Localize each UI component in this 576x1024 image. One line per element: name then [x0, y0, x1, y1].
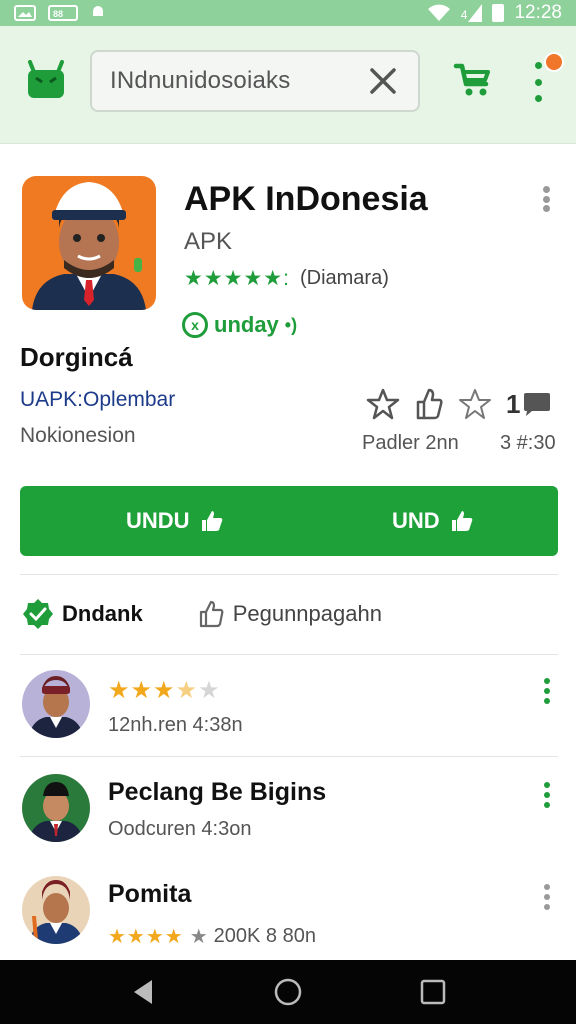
- back-icon[interactable]: [126, 975, 160, 1009]
- install-button[interactable]: UNDU UND: [20, 486, 558, 556]
- thumb-up-filled-icon-2: [451, 511, 473, 531]
- signal-text: 4: [460, 8, 468, 22]
- review-more-icon[interactable]: [544, 884, 552, 910]
- stat-count: 1: [506, 389, 552, 420]
- app-title: APK InDonesia: [184, 180, 428, 218]
- review-more-icon[interactable]: [544, 678, 552, 704]
- thumb-up-outline-icon: [199, 600, 224, 628]
- avatar: [22, 876, 90, 944]
- badge-row: x unday •): [182, 312, 297, 338]
- signal-icon: 4: [461, 4, 483, 22]
- rating-row: ★★★★★: (Diamara): [184, 266, 389, 291]
- search-input[interactable]: INdnunidosoiaks: [110, 67, 366, 95]
- review-rating: ★★★★★: [108, 676, 221, 705]
- home-icon[interactable]: [271, 975, 305, 1009]
- badge-label: unday: [214, 312, 279, 337]
- review-stars: ★★★★: [108, 926, 184, 948]
- like-action[interactable]: Pegunnpagahn: [199, 600, 382, 628]
- avatar: [22, 774, 90, 842]
- avatar: [22, 670, 90, 738]
- app-icon: [22, 176, 156, 310]
- message-icon: 88: [48, 5, 78, 21]
- chat-icon: [524, 393, 551, 416]
- action-row: Dndank Pegunnpagahn: [22, 596, 552, 632]
- notification-badge: [544, 52, 564, 72]
- review-rating-row: ★★★★ ★ 200K 8 80n: [108, 924, 316, 949]
- header-more-icon[interactable]: [543, 186, 551, 212]
- stat-number: 1: [506, 388, 521, 419]
- image-icon: [14, 5, 36, 21]
- like-label: Pegunnpagahn: [232, 601, 382, 626]
- review-item[interactable]: ★★★★★ 12nh.ren 4:38n: [20, 670, 558, 760]
- star-icon: ★: [175, 677, 199, 704]
- review-title: Pomita: [108, 880, 192, 908]
- android-logo-icon[interactable]: [26, 60, 66, 100]
- package-name[interactable]: UAPK:Oplembar: [20, 388, 175, 412]
- star-icon: ★: [198, 677, 221, 704]
- star-icon: ★: [130, 677, 154, 704]
- badge-check-icon: x: [182, 312, 208, 338]
- rating-stars: ★★★★★:: [184, 267, 290, 290]
- install-left[interactable]: UNDU: [20, 508, 292, 534]
- review-title: Peclang Be Bigins: [108, 778, 327, 806]
- status-left-icons: 88: [14, 3, 106, 24]
- review-item[interactable]: Peclang Be Bigins Oodcuren 4:3on: [20, 774, 558, 864]
- status-time: 12:28: [514, 2, 562, 23]
- stat-time: 3 #:30: [500, 432, 556, 454]
- review-item[interactable]: Pomita ★★★★ ★ 200K 8 80n: [20, 876, 558, 966]
- navigation-bar: [0, 960, 576, 1024]
- cart-icon[interactable]: [452, 60, 494, 100]
- install-right[interactable]: UND: [292, 508, 558, 534]
- app-bar: INdnunidosoiaks: [0, 26, 576, 144]
- install-left-label: UNDU: [126, 508, 190, 533]
- star-outline-icon[interactable]: [366, 388, 400, 420]
- thumb-up-icon[interactable]: [414, 388, 444, 420]
- divider: [20, 756, 558, 757]
- wifi-icon: [427, 4, 450, 21]
- battery-icon: [492, 4, 505, 22]
- overflow-menu-icon[interactable]: [530, 62, 546, 102]
- android-icon: [90, 3, 106, 24]
- star-outline-icon-2[interactable]: [458, 388, 492, 420]
- search-box[interactable]: INdnunidosoiaks: [90, 50, 420, 112]
- verified-label: Dndank: [62, 601, 143, 626]
- review-star-empty: ★: [189, 926, 208, 948]
- thumb-up-filled-icon: [201, 511, 222, 531]
- svg-text:88: 88: [53, 9, 63, 19]
- verified-badge-icon: [23, 599, 53, 629]
- status-bar: 88 4 12:28: [0, 0, 576, 26]
- install-right-label: UND: [392, 508, 440, 533]
- close-icon[interactable]: [366, 64, 400, 98]
- review-meta: 12nh.ren 4:38n: [108, 714, 243, 736]
- stat-icons: 1: [366, 388, 552, 420]
- developer-name[interactable]: APK: [184, 228, 232, 256]
- review-meta: Oodcuren 4:3on: [108, 818, 252, 840]
- star-icon: ★: [108, 677, 131, 704]
- review-meta: 200K 8 80n: [213, 925, 316, 947]
- verified-action[interactable]: Dndank: [22, 598, 143, 630]
- badge-label-suffix: •): [284, 314, 298, 335]
- divider: [20, 654, 558, 655]
- star-icon: ★: [153, 677, 176, 704]
- recents-icon[interactable]: [416, 975, 450, 1009]
- review-more-icon[interactable]: [544, 782, 552, 808]
- divider: [20, 574, 558, 575]
- app-subtitle: Nokionesion: [20, 424, 136, 447]
- status-right-icons: 4 12:28: [427, 2, 562, 24]
- app-name: Dorgincá: [20, 342, 133, 372]
- stat-label: Padler 2nn: [362, 432, 459, 454]
- rating-count: (Diamara): [299, 267, 389, 289]
